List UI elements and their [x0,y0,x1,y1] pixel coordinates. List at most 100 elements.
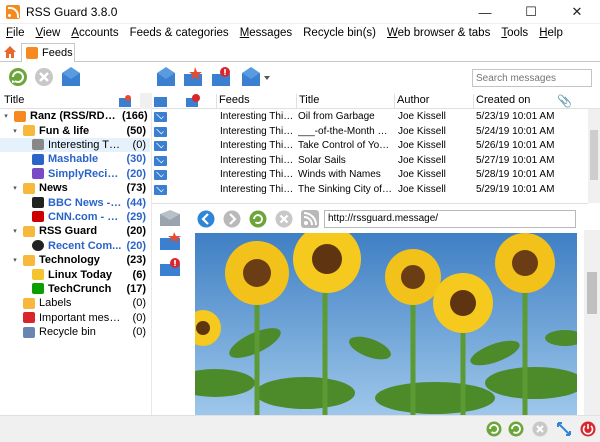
attachment-column-icon[interactable]: 📎 [557,94,572,108]
viewer-scrollbar[interactable] [584,230,600,415]
tree-item[interactable]: Labels (0) [0,296,150,310]
back-icon[interactable] [197,210,215,228]
tree-item-count: (29) [126,210,146,223]
message-row[interactable]: Interesting Thing... The Sinking City of … [152,183,588,198]
mark-all-read-icon[interactable] [60,66,82,88]
tree-title-column[interactable]: Title [4,94,24,106]
message-row[interactable]: Interesting Thing... Oil from Garbage Joe … [152,110,588,125]
tree-header-counts-icon[interactable] [118,94,132,108]
menu-help[interactable]: Help [539,27,563,39]
important-column-icon[interactable] [186,94,200,107]
update-all-feeds-icon[interactable] [8,67,30,89]
rss-feed-icon[interactable] [301,210,319,228]
message-title: Take Control of Your D... [298,140,394,152]
message-read-icon[interactable] [154,126,167,137]
close-button[interactable]: ✕ [554,0,600,24]
title-bar: RSS Guard 3.8.0 — ☐ ✕ [0,0,600,24]
menu-messages[interactable]: Messages [240,27,292,39]
tree-item[interactable]: SimplyRecipe... (20) [0,167,150,181]
tree-item-count: (0) [132,326,146,339]
tab-feeds[interactable]: Feeds [21,43,75,63]
tree-item-label: BBC News - H... [48,196,122,209]
url-input[interactable]: http://rssguard.message/ [324,210,576,228]
message-row[interactable]: Interesting Thing... Take Control of Your… [152,139,588,154]
column-title[interactable]: Title [296,94,319,108]
expand-arrow-icon[interactable]: ▾ [11,256,19,264]
viewer-important-icon[interactable] [160,258,182,276]
status-stop-icon[interactable] [532,421,548,437]
message-created: 5/24/19 10:01 AM [476,125,555,137]
rss-account-icon [14,110,26,122]
tree-item-label: Interesting Thin... [48,138,122,151]
home-icon[interactable] [2,44,20,62]
expand-arrow-icon[interactable]: ▾ [11,227,19,235]
quit-icon[interactable] [580,421,596,437]
viewer-read-icon[interactable] [160,210,180,226]
column-created-on[interactable]: Created on [473,94,530,108]
stop-loading-icon[interactable] [275,210,293,228]
reload-icon[interactable] [249,210,267,228]
menu-tools[interactable]: Tools [501,27,528,39]
tree-item[interactable]: Important messages (0) [0,311,150,325]
mark-read-icon[interactable] [155,66,177,88]
tree-item-count: (166) [122,110,148,123]
expand-arrow-icon[interactable]: ▾ [11,184,19,192]
tree-item-count: (0) [132,297,146,310]
tree-item-count: (0) [132,138,146,151]
viewer-star-icon[interactable] [160,232,182,250]
stop-icon[interactable] [34,67,56,89]
read-status-column-icon[interactable] [154,94,167,107]
message-read-icon[interactable] [154,155,167,166]
tree-item[interactable]: BBC News - H... (44) [0,195,150,209]
tree-item-count: (20) [126,225,146,238]
viewer-scroll-thumb[interactable] [587,272,597,314]
tree-item[interactable]: Recent Com... (20) [0,239,150,253]
menu-feeds-categories[interactable]: Feeds & categories [130,27,229,39]
tree-item[interactable]: CNN.com - W... (29) [0,210,150,224]
tree-item-label: Mashable [48,153,99,166]
tree-item[interactable]: TechCrunch (17) [0,282,150,296]
mark-important-icon[interactable] [210,66,232,88]
column-feeds[interactable]: Feeds [216,94,250,108]
menu-file[interactable]: File [6,27,25,39]
tree-item-count: (20) [126,167,146,180]
tree-item[interactable]: Recycle bin (0) [0,325,150,339]
message-read-icon[interactable] [154,141,167,152]
search-input[interactable] [472,69,592,87]
expand-arrow-icon[interactable]: ▾ [11,127,19,135]
forward-icon[interactable] [223,210,241,228]
tree-item[interactable]: ▾ Fun & life (50) [0,123,150,137]
maximize-button[interactable]: ☐ [508,0,554,24]
sunflower-photo [195,233,577,415]
menu-accounts[interactable]: Accounts [71,27,118,39]
status-update-selected-icon[interactable] [508,421,524,437]
status-update-icon[interactable] [486,421,502,437]
column-author[interactable]: Author [394,94,429,108]
mail-dropdown-icon[interactable] [240,66,270,88]
message-read-icon[interactable] [154,112,167,122]
tree-item[interactable]: ▾ RSS Guard (20) [0,224,150,238]
message-read-icon[interactable] [154,185,167,195]
folder-icon [23,225,35,237]
message-author: Joe Kissell [398,111,446,122]
message-row[interactable]: Interesting Thing... Solar Sails Joe Kisse… [152,154,588,169]
tree-item[interactable]: Interesting Thin... (0) [0,137,150,153]
tree-item[interactable]: Mashable (30) [0,152,150,166]
message-row[interactable]: Interesting Thing... Winds with Names Joe … [152,168,588,183]
tree-item-count: (30) [126,153,146,166]
menu-recycle-bins[interactable]: Recycle bin(s) [303,27,376,39]
mark-starred-icon[interactable] [182,66,204,88]
menu-web-browser-tabs[interactable]: Web browser & tabs [387,27,490,39]
message-row[interactable]: Interesting Thing... ___-of-the-Month Clu… [152,125,588,140]
message-list-scroll-thumb[interactable] [590,130,598,180]
tree-item[interactable]: ▾ Ranz (RSS/RDF/... (166) [0,109,150,123]
menu-view[interactable]: View [36,27,61,39]
expand-arrow-icon[interactable]: ▾ [2,112,10,120]
fullscreen-icon[interactable] [556,421,572,437]
tree-item[interactable]: ▾ Technology (23) [0,253,150,267]
tree-item[interactable]: ▾ News (73) [0,181,150,195]
labels-icon [23,297,35,309]
tree-item[interactable]: Linux Today (6) [0,267,150,281]
message-read-icon[interactable] [154,170,167,181]
minimize-button[interactable]: — [462,0,508,24]
